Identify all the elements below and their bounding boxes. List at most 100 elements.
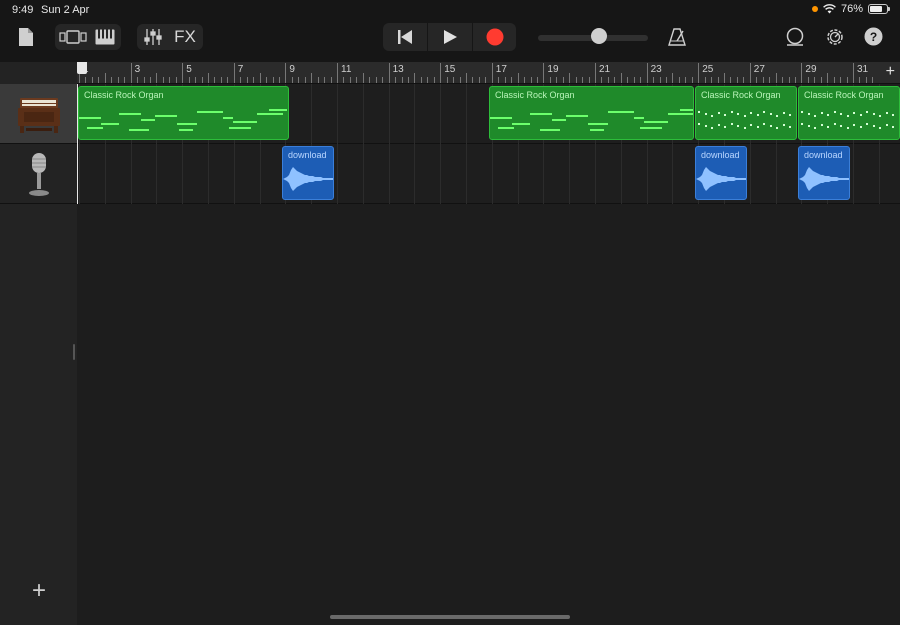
ruler-tick	[395, 77, 397, 83]
ruler-tick	[91, 77, 93, 83]
grid-line	[440, 84, 442, 204]
midi-note	[588, 123, 608, 125]
midi-note	[750, 124, 752, 126]
midi-note	[763, 111, 765, 113]
ruler-tick	[253, 77, 255, 83]
midi-note	[782, 124, 785, 126]
midi-note	[680, 109, 693, 111]
track-header-microphone[interactable]	[0, 144, 77, 204]
metronome-icon[interactable]	[666, 26, 688, 48]
midi-note	[711, 115, 713, 117]
midi-note	[801, 111, 803, 113]
keyboard-icon[interactable]	[92, 27, 118, 47]
grid-line	[362, 84, 364, 204]
ruler-bar-number: 29	[805, 64, 817, 75]
tracks-view-icon[interactable]	[58, 27, 88, 47]
ruler-tick	[859, 77, 861, 83]
timeline-ruler[interactable]: + 135791113151719212325272931	[77, 62, 900, 84]
fx-button[interactable]: FX	[171, 27, 199, 47]
midi-note	[853, 124, 855, 126]
midi-note	[885, 124, 888, 126]
mic-indicator-icon	[811, 6, 818, 12]
midi-note	[892, 126, 894, 128]
skip-back-icon[interactable]	[389, 27, 421, 47]
ruler-tick	[337, 63, 338, 83]
organ-icon	[17, 97, 60, 133]
ruler-tick	[840, 77, 842, 83]
master-volume-knob[interactable]	[590, 28, 607, 44]
play-icon[interactable]	[433, 27, 467, 47]
ruler-tick	[872, 77, 874, 83]
region-name: download	[804, 150, 843, 160]
ruler-tick	[356, 77, 358, 83]
track-header-organ[interactable]	[0, 84, 77, 144]
ruler-tick	[769, 77, 771, 83]
midi-region[interactable]: Classic Rock Organ	[798, 86, 900, 140]
midi-note	[866, 111, 868, 113]
ruler-bar-number: 27	[753, 64, 765, 75]
ruler-tick	[627, 77, 629, 83]
tracks-area[interactable]: Classic Rock Organ Classic Rock Organ Cl…	[77, 84, 900, 625]
ruler-tick	[472, 77, 474, 83]
ruler-tick	[130, 63, 132, 83]
ruler-tick	[453, 77, 455, 83]
midi-note	[827, 114, 829, 116]
ruler-tick	[833, 77, 835, 83]
midi-region[interactable]: Classic Rock Organ	[695, 86, 797, 140]
midi-note	[776, 115, 778, 117]
midi-note	[807, 113, 810, 115]
midi-note	[711, 127, 713, 129]
audio-region[interactable]: download	[282, 146, 334, 200]
ruler-tick	[691, 77, 693, 83]
ruler-bar-number: 9	[289, 64, 295, 75]
ruler-tick	[311, 73, 313, 83]
help-icon[interactable]: ?	[862, 25, 884, 47]
midi-note	[820, 112, 823, 114]
ruler-bar-number: 31	[857, 64, 869, 75]
ruler-tick	[543, 63, 545, 83]
add-section-button[interactable]: +	[886, 63, 895, 81]
ruler-tick	[582, 77, 584, 83]
ruler-tick	[214, 77, 216, 83]
loop-icon[interactable]	[783, 25, 807, 49]
ruler-tick	[478, 77, 480, 83]
gear-icon[interactable]	[823, 25, 847, 49]
midi-region[interactable]: Classic Rock Organ	[78, 86, 289, 140]
ruler-tick	[653, 77, 655, 83]
midi-note	[833, 123, 836, 125]
ruler-tick	[98, 77, 100, 83]
midi-note	[229, 127, 251, 129]
wifi-icon	[823, 4, 836, 14]
ruler-tick	[208, 73, 209, 83]
midi-note	[885, 112, 888, 114]
home-indicator[interactable]	[330, 615, 570, 619]
ruler-tick	[724, 73, 725, 83]
document-icon[interactable]	[17, 26, 35, 48]
ruler-tick	[775, 73, 777, 83]
midi-note	[737, 113, 739, 115]
record-icon[interactable]	[478, 27, 512, 47]
track-header-resize-handle[interactable]	[73, 344, 75, 360]
mixer-sliders-icon[interactable]	[142, 27, 164, 47]
audio-region[interactable]: download	[695, 146, 747, 200]
ruler-tick	[137, 77, 139, 83]
add-track-button[interactable]: +	[28, 579, 50, 603]
ruler-tick	[601, 77, 603, 83]
midi-region[interactable]: Classic Rock Organ	[489, 86, 694, 140]
ruler-tick	[704, 77, 706, 83]
playhead-handle[interactable]	[77, 62, 87, 74]
midi-note	[859, 114, 862, 116]
ruler-tick	[459, 77, 461, 83]
region-name: download	[701, 150, 740, 160]
ruler-tick	[188, 77, 190, 83]
ruler-bar-number: 11	[341, 64, 352, 75]
ruler-tick	[466, 73, 467, 83]
midi-note	[552, 119, 566, 121]
ruler-tick	[175, 77, 177, 83]
audio-region[interactable]: download	[798, 146, 850, 200]
ruler-tick	[485, 77, 487, 83]
ruler-tick	[375, 77, 377, 83]
midi-note	[640, 127, 662, 129]
ruler-tick	[298, 77, 300, 83]
ruler-tick	[865, 77, 867, 83]
